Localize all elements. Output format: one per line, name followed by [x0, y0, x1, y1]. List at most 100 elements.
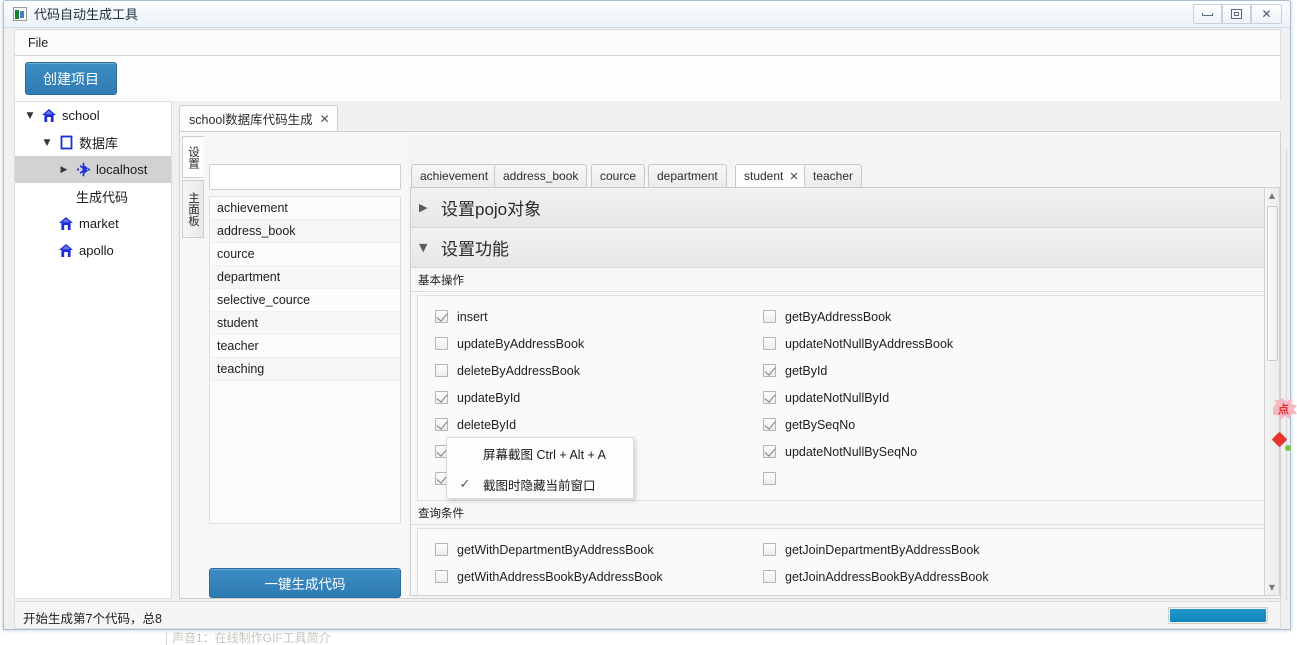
- tree-item-localhost[interactable]: ▶ localhost: [15, 156, 171, 183]
- context-menu-item-capture-label: 屏幕截图 Ctrl + Alt + A: [483, 448, 606, 462]
- check-icon: ✓: [459, 477, 471, 492]
- checkbox-row: updateById updateNotNullById: [418, 384, 1270, 411]
- checkbox-insert[interactable]: [435, 310, 448, 323]
- chevron-right-icon: ▶: [419, 201, 428, 214]
- checkbox-getJoinDepartmentByAddressBook[interactable]: [763, 543, 776, 556]
- scroll-up-icon[interactable]: ▲: [1265, 188, 1279, 203]
- pin-dot-icon: [1285, 445, 1291, 451]
- tree-item-market[interactable]: market: [15, 210, 171, 237]
- checkbox-deleteById[interactable]: [435, 418, 448, 431]
- side-tab-main-panel[interactable]: 主面板: [182, 180, 204, 238]
- close-button[interactable]: ✕: [1251, 4, 1282, 24]
- chevron-down-icon[interactable]: ▼: [38, 138, 56, 148]
- editor-tab-achievement[interactable]: achievement: [411, 164, 498, 187]
- connection-icon: [73, 162, 93, 177]
- editor-tab-label: achievement: [420, 169, 489, 183]
- tree-item-label: 数据库: [79, 136, 119, 151]
- restore-button[interactable]: [1222, 4, 1251, 24]
- editor-panel: achievement address_book cource department s…: [408, 134, 1280, 598]
- section-header-functions[interactable]: ▼ 设置功能: [411, 228, 1277, 268]
- document-body: 设置 主面板 achievement address_book cource depa…: [179, 131, 1281, 599]
- chevron-right-icon[interactable]: ▶: [55, 165, 73, 175]
- editor-tab-cource[interactable]: cource: [591, 164, 646, 187]
- table-list-item[interactable]: teaching: [210, 358, 400, 381]
- checkbox[interactable]: [763, 472, 776, 485]
- context-menu-item-hide-window[interactable]: ✓ 截图时隐藏当前窗口: [447, 469, 633, 500]
- document-tab-label: school数据库代码生成: [189, 113, 313, 127]
- checkbox-label: deleteByAddressBook: [457, 363, 580, 378]
- section-header-pojo[interactable]: ▶ 设置pojo对象: [411, 188, 1277, 228]
- side-tab-main-panel-label: 主面板: [187, 191, 199, 227]
- home-icon: [59, 244, 73, 257]
- tree-item-label: market: [79, 216, 119, 231]
- tree-item-数据库[interactable]: ▼ 数据库: [15, 129, 171, 156]
- close-icon[interactable]: ✕: [789, 170, 798, 183]
- editor-tab-address_book[interactable]: address_book: [494, 164, 588, 187]
- checkbox-label: getByAddressBook: [785, 309, 892, 324]
- editor-tab-department[interactable]: department: [648, 164, 727, 187]
- checkbox-row: deleteById getBySeqNo: [418, 411, 1270, 438]
- group-title-basic: 基本操作: [411, 268, 1277, 292]
- checkbox-updateNotNullById[interactable]: [763, 391, 776, 404]
- table-list-item[interactable]: teacher: [210, 335, 400, 358]
- chevron-down-icon[interactable]: ▼: [21, 111, 39, 121]
- promo-star-label: 点: [1278, 404, 1289, 416]
- tree-item-apollo[interactable]: apollo: [15, 237, 171, 264]
- table-list-item[interactable]: selective_cource: [210, 289, 400, 312]
- scrollbar-thumb[interactable]: [1267, 206, 1278, 361]
- checkbox-cell: getWithDepartmentByAddressBook: [418, 543, 746, 557]
- scroll-down-icon[interactable]: ▼: [1265, 580, 1279, 595]
- checkbox-getByAddressBook[interactable]: [763, 310, 776, 323]
- table-list-item[interactable]: address_book: [210, 220, 400, 243]
- checkbox-getWithDepartmentByAddressBook[interactable]: [435, 543, 448, 556]
- checkbox-updateById[interactable]: [435, 391, 448, 404]
- checkbox-updateByAddressBook[interactable]: [435, 337, 448, 350]
- editor-tab-bar: achievement address_book cource department s…: [410, 164, 1278, 187]
- pin-marker[interactable]: [1271, 431, 1294, 454]
- checkbox-getJoinAddressBookByAddressBook[interactable]: [763, 570, 776, 583]
- editor-vertical-scrollbar[interactable]: ▲ ▼: [1264, 187, 1280, 596]
- create-project-button[interactable]: 创建项目: [25, 62, 117, 95]
- promo-star-badge[interactable]: 点: [1273, 398, 1297, 420]
- status-message: 开始生成第7个代码，总8: [23, 612, 162, 626]
- checkbox-updateNotNullBySeqNo[interactable]: [763, 445, 776, 458]
- close-icon[interactable]: ✕: [320, 112, 330, 126]
- minimize-button[interactable]: [1193, 4, 1222, 24]
- context-menu-item-capture[interactable]: 屏幕截图 Ctrl + Alt + A: [447, 438, 633, 469]
- checkbox-getById[interactable]: [763, 364, 776, 377]
- table-list-item[interactable]: student: [210, 312, 400, 335]
- editor-tab-student[interactable]: student ✕: [735, 164, 808, 187]
- project-tree-panel[interactable]: ▼ school ▼ 数据库 ▶ localhost 生成代码 market apollo: [14, 101, 172, 599]
- table-list-item[interactable]: achievement: [210, 197, 400, 220]
- table-list[interactable]: achievement address_book cource department s…: [209, 196, 401, 524]
- checkbox-label: getWithDepartmentByAddressBook: [457, 542, 654, 557]
- minimize-icon: [1202, 12, 1213, 16]
- checkbox-deleteByAddressBook[interactable]: [435, 364, 448, 377]
- home-icon: [56, 216, 76, 231]
- tree-item-生成代码[interactable]: 生成代码: [15, 183, 171, 210]
- table-list-item[interactable]: department: [210, 266, 400, 289]
- checkbox-getBySeqNo[interactable]: [763, 418, 776, 431]
- chevron-down-icon: ▼: [419, 241, 428, 254]
- generate-all-code-button[interactable]: 一键生成代码: [209, 568, 401, 598]
- tree-item-label: localhost: [96, 162, 148, 177]
- side-tab-settings[interactable]: 设置: [182, 136, 204, 178]
- screenshot-context-menu[interactable]: 屏幕截图 Ctrl + Alt + A ✓ 截图时隐藏当前窗口: [446, 437, 634, 499]
- editor-tab-label: cource: [600, 169, 637, 183]
- editor-content: ▶ 设置pojo对象 ▼ 设置功能 基本操作 insert getByAddres…: [410, 187, 1278, 596]
- checkbox-label: updateNotNullBySeqNo: [785, 444, 918, 459]
- context-menu-item-hide-window-label: 截图时隐藏当前窗口: [483, 479, 596, 493]
- checkbox-getWithAddressBookByAddressBook[interactable]: [435, 570, 448, 583]
- application-window: 代码自动生成工具 ✕ File 创建项目 ▼ school ▼ 数据库 ▶ localho…: [3, 0, 1291, 630]
- tree-item-school[interactable]: ▼ school: [15, 102, 171, 129]
- editor-tab-teacher[interactable]: teacher: [804, 164, 863, 187]
- document-tab-school[interactable]: school数据库代码生成 ✕: [179, 105, 338, 131]
- checkbox-updateNotNullByAddressBook[interactable]: [763, 337, 776, 350]
- home-icon: [39, 108, 59, 123]
- checkbox-cell: insert: [418, 310, 746, 324]
- menu-item-file[interactable]: File: [28, 35, 48, 52]
- table-list-item[interactable]: cource: [210, 243, 400, 266]
- progress-bar: [1168, 607, 1268, 624]
- table-filter-input[interactable]: [209, 164, 401, 190]
- database-icon: [60, 135, 72, 150]
